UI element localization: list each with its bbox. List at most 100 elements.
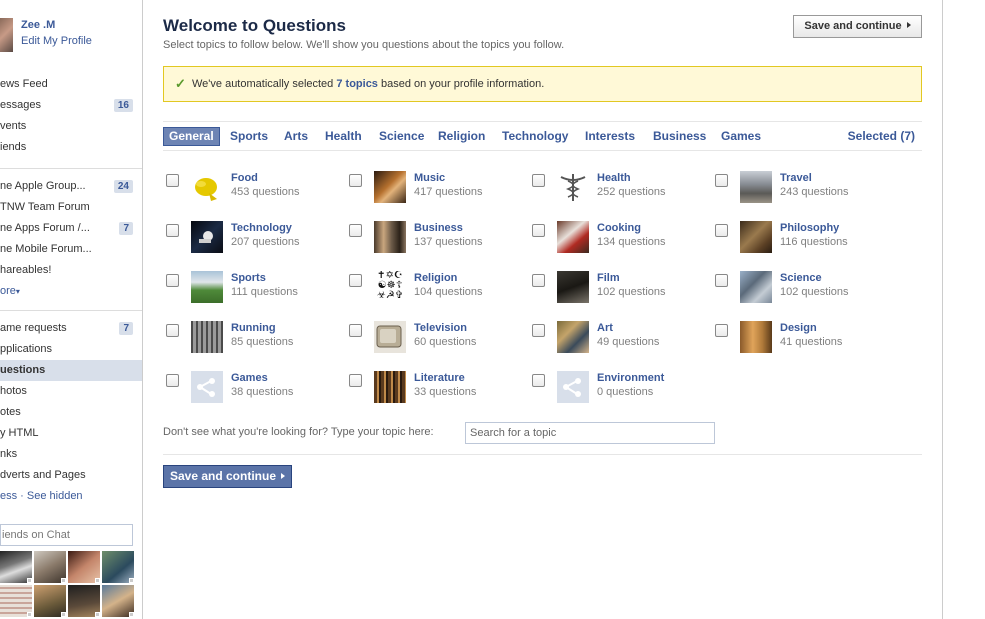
chat-friend-avatar[interactable] — [0, 551, 32, 583]
topic-checkbox[interactable] — [349, 274, 362, 287]
cooking-thumb[interactable] — [557, 221, 589, 253]
tab-technology[interactable]: Technology — [502, 127, 568, 146]
topic-checkbox[interactable] — [166, 374, 179, 387]
topic-name[interactable]: Religion — [414, 272, 457, 284]
food-thumb[interactable] — [191, 171, 223, 203]
tab-interests[interactable]: Interests — [585, 127, 635, 146]
sidebar-item-tnw-team-forum[interactable]: TNW Team Forum — [0, 197, 142, 218]
topic-checkbox[interactable] — [166, 324, 179, 337]
topic-name[interactable]: Running — [231, 322, 276, 334]
film-thumb[interactable] — [557, 271, 589, 303]
tab-health[interactable]: Health — [325, 127, 362, 146]
science-thumb[interactable] — [740, 271, 772, 303]
health-thumb[interactable] — [557, 171, 589, 203]
environment-thumb[interactable] — [557, 371, 589, 403]
topic-checkbox[interactable] — [532, 224, 545, 237]
design-thumb[interactable] — [740, 321, 772, 353]
chat-friend-avatar[interactable] — [34, 585, 66, 617]
topic-checkbox[interactable] — [532, 174, 545, 187]
tab-sports[interactable]: Sports — [230, 127, 268, 146]
sidebar-item-questions[interactable]: uestions — [0, 360, 142, 381]
religion-thumb[interactable]: ✝✡☪ ☯☸☦ ☣☭✞ — [374, 271, 406, 303]
selected-topics-link[interactable]: 7 topics — [336, 78, 378, 90]
topic-name[interactable]: Design — [780, 322, 817, 334]
sidebar-item-photos[interactable]: hotos — [0, 381, 142, 402]
television-thumb[interactable] — [374, 321, 406, 353]
topic-checkbox[interactable] — [166, 274, 179, 287]
topic-checkbox[interactable] — [166, 174, 179, 187]
sidebar-item-my-html[interactable]: y HTML — [0, 423, 142, 444]
sidebar-item-apps-forum[interactable]: ne Apps Forum /... 7 — [0, 218, 142, 239]
topic-name[interactable]: Film — [597, 272, 620, 284]
sidebar-item-news-feed[interactable]: ews Feed — [0, 74, 142, 95]
sidebar-less-see-hidden-link[interactable]: ess · See hidden — [0, 486, 142, 507]
tab-arts[interactable]: Arts — [284, 127, 308, 146]
chat-friend-avatar[interactable] — [68, 585, 100, 617]
topic-name[interactable]: Science — [780, 272, 822, 284]
literature-thumb[interactable] — [374, 371, 406, 403]
sidebar-item-links[interactable]: nks — [0, 444, 142, 465]
running-thumb[interactable] — [191, 321, 223, 353]
save-and-continue-button-bottom[interactable]: Save and continue — [163, 465, 292, 488]
profile-avatar[interactable] — [0, 18, 13, 52]
games-thumb[interactable] — [191, 371, 223, 403]
topic-name[interactable]: Art — [597, 322, 613, 334]
art-thumb[interactable] — [557, 321, 589, 353]
topic-checkbox[interactable] — [349, 324, 362, 337]
sidebar-item-adverts-pages[interactable]: dverts and Pages — [0, 465, 142, 486]
chat-friend-avatar[interactable] — [102, 585, 134, 617]
topic-name[interactable]: Technology — [231, 222, 292, 234]
topic-name[interactable]: Music — [414, 172, 445, 184]
sidebar-item-notes[interactable]: otes — [0, 402, 142, 423]
topic-name[interactable]: Games — [231, 372, 268, 384]
topic-checkbox[interactable] — [715, 274, 728, 287]
topic-checkbox[interactable] — [349, 224, 362, 237]
tab-games[interactable]: Games — [721, 127, 761, 146]
topic-checkbox[interactable] — [532, 324, 545, 337]
topic-name[interactable]: Health — [597, 172, 631, 184]
sidebar-item-shareables[interactable]: hareables! — [0, 260, 142, 281]
topic-name[interactable]: Travel — [780, 172, 812, 184]
tab-religion[interactable]: Religion — [438, 127, 485, 146]
sidebar-item-friends[interactable]: iends — [0, 137, 142, 158]
topic-checkbox[interactable] — [166, 224, 179, 237]
edit-profile-link[interactable]: Edit My Profile — [21, 35, 92, 47]
sidebar-item-events[interactable]: vents — [0, 116, 142, 137]
tab-science[interactable]: Science — [379, 127, 424, 146]
topic-name[interactable]: Philosophy — [780, 222, 839, 234]
sidebar-item-game-requests[interactable]: ame requests 7 — [0, 318, 142, 339]
topic-checkbox[interactable] — [715, 174, 728, 187]
sports-thumb[interactable] — [191, 271, 223, 303]
sidebar-item-applications[interactable]: pplications — [0, 339, 142, 360]
save-and-continue-button-top[interactable]: Save and continue — [793, 15, 922, 38]
topic-name[interactable]: Literature — [414, 372, 465, 384]
topic-name[interactable]: Television — [414, 322, 467, 334]
profile-name[interactable]: Zee .M — [21, 19, 55, 31]
chat-friend-avatar[interactable] — [0, 585, 32, 617]
topic-name[interactable]: Sports — [231, 272, 266, 284]
topic-checkbox[interactable] — [532, 374, 545, 387]
chat-friend-avatar[interactable] — [68, 551, 100, 583]
topic-name[interactable]: Business — [414, 222, 463, 234]
tab-selected[interactable]: Selected (7) — [848, 127, 915, 146]
topic-checkbox[interactable] — [532, 274, 545, 287]
chat-friend-avatar[interactable] — [34, 551, 66, 583]
sidebar-more-link[interactable]: ore▾ — [0, 281, 142, 302]
topic-checkbox[interactable] — [715, 324, 728, 337]
topic-name[interactable]: Food — [231, 172, 258, 184]
tab-business[interactable]: Business — [653, 127, 706, 146]
friends-on-chat-box[interactable]: iends on Chat — [0, 524, 133, 546]
philosophy-thumb[interactable] — [740, 221, 772, 253]
tab-general[interactable]: General — [163, 127, 220, 146]
business-thumb[interactable] — [374, 221, 406, 253]
technology-thumb[interactable] — [191, 221, 223, 253]
topic-name[interactable]: Environment — [597, 372, 664, 384]
travel-thumb[interactable] — [740, 171, 772, 203]
topic-checkbox[interactable] — [349, 374, 362, 387]
sidebar-item-mobile-forum[interactable]: ne Mobile Forum... — [0, 239, 142, 260]
music-thumb[interactable] — [374, 171, 406, 203]
topic-checkbox[interactable] — [715, 224, 728, 237]
sidebar-item-messages[interactable]: essages 16 — [0, 95, 142, 116]
sidebar-item-apple-group[interactable]: ne Apple Group... 24 — [0, 176, 142, 197]
topic-search-input[interactable] — [465, 422, 715, 444]
